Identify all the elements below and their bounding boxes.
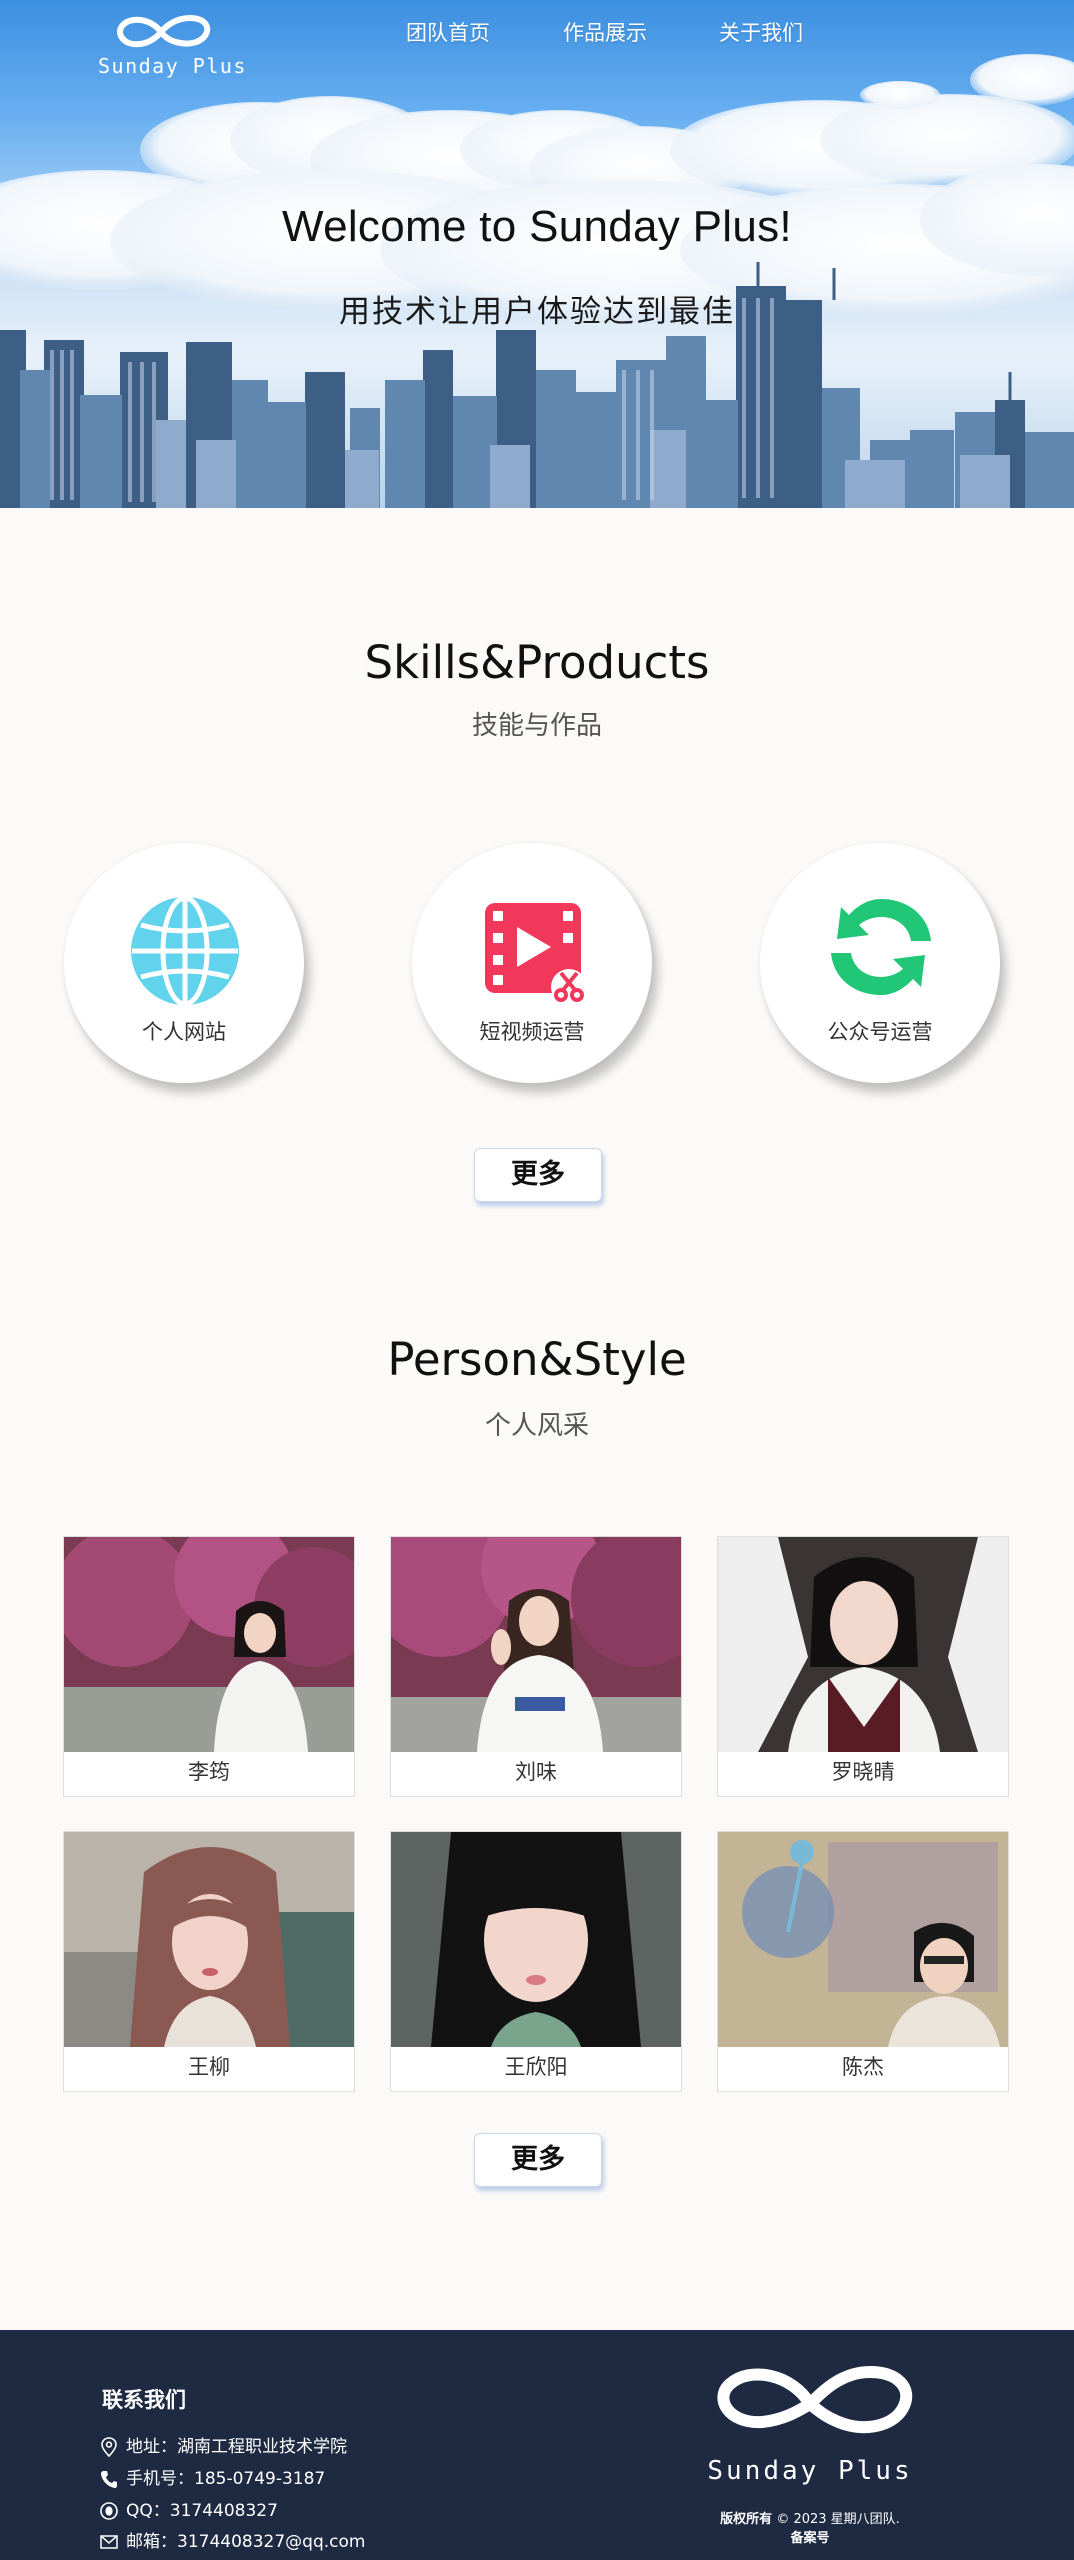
copyright-strong: 版权所有 bbox=[720, 2512, 773, 2527]
contact-address: 地址：湖南工程职业技术学院 bbox=[100, 2432, 347, 2457]
people-section-subtitle: 个人风采 bbox=[484, 1411, 589, 1441]
skill-card-official-account[interactable]: 公众号运营 bbox=[760, 843, 1000, 1083]
phone-icon bbox=[100, 2469, 120, 2489]
skill-card-personal-website[interactable]: 个人网站 bbox=[64, 843, 304, 1083]
person-card[interactable]: 李筠 bbox=[63, 1536, 355, 1797]
nav-item-works[interactable]: 作品展示 bbox=[563, 17, 647, 47]
nav-item-about[interactable]: 关于我们 bbox=[719, 17, 803, 47]
contact-phone-value: 185-0749-3187 bbox=[194, 2469, 326, 2489]
skills-more-button[interactable]: 更多 bbox=[474, 1148, 602, 1202]
contact-email-value[interactable]: 3174408327@qq.com bbox=[177, 2532, 365, 2552]
member-photo bbox=[718, 1537, 1008, 1752]
wechat-official-account-icon bbox=[831, 899, 931, 995]
skills-section-title: Skills&Products bbox=[364, 636, 710, 689]
qq-icon bbox=[100, 2501, 120, 2521]
contact-phone: 手机号：185-0749-3187 bbox=[100, 2464, 325, 2489]
skill-label: 短视频运营 bbox=[479, 1020, 585, 1044]
footer: 联系我们 地址：湖南工程职业技术学院 手机号：185-0749-3187 QQ：… bbox=[0, 2330, 1074, 2560]
member-name: 陈杰 bbox=[842, 2055, 884, 2079]
person-card[interactable]: 王欣阳 bbox=[390, 1831, 682, 2092]
skill-label: 公众号运营 bbox=[827, 1020, 933, 1044]
contact-email: 邮箱：3174408327@qq.com bbox=[100, 2527, 365, 2552]
mail-icon bbox=[100, 2535, 120, 2549]
member-name: 刘味 bbox=[515, 1760, 557, 1784]
footer-brand-logo[interactable]: Sunday Plus bbox=[700, 2358, 920, 2488]
hero-banner: Sunday Plus 团队首页 作品展示 关于我们 Welcome to Su… bbox=[0, 0, 1074, 508]
brand-logo-text: Sunday Plus bbox=[98, 54, 247, 78]
member-name: 罗晓晴 bbox=[831, 1760, 895, 1784]
hero-title: Welcome to Sunday Plus! bbox=[282, 202, 792, 251]
footer-logo-text: Sunday Plus bbox=[707, 2456, 913, 2486]
member-photo bbox=[718, 1832, 1008, 2047]
contact-address-value: 湖南工程职业技术学院 bbox=[177, 2437, 347, 2457]
person-card[interactable]: 罗晓晴 bbox=[717, 1536, 1009, 1797]
infinity-icon bbox=[717, 2365, 913, 2434]
member-photo bbox=[64, 1832, 354, 2047]
member-photo bbox=[64, 1537, 354, 1752]
contact-qq-value: 3174408327 bbox=[169, 2501, 278, 2521]
nav-item-home[interactable]: 团队首页 bbox=[406, 17, 490, 47]
contact-title: 联系我们 bbox=[102, 2388, 186, 2412]
contact-address-label: 地址： bbox=[126, 2437, 177, 2457]
people-section-title: Person&Style bbox=[387, 1333, 687, 1386]
contact-phone-label: 手机号： bbox=[126, 2469, 194, 2489]
copyright-text: © 2023 星期八团队. bbox=[772, 2512, 900, 2527]
member-name: 李筠 bbox=[188, 1760, 230, 1784]
person-card[interactable]: 刘味 bbox=[390, 1536, 682, 1797]
skill-card-short-video[interactable]: 短视频运营 bbox=[412, 843, 652, 1083]
main-nav: 团队首页 作品展示 关于我们 bbox=[0, 17, 1074, 47]
video-editing-icon bbox=[485, 903, 587, 1005]
member-photo bbox=[391, 1832, 681, 2047]
person-card[interactable]: 陈杰 bbox=[717, 1831, 1009, 2092]
contact-qq-label: QQ： bbox=[126, 2501, 170, 2521]
icp-record[interactable]: 备案号 bbox=[790, 2531, 829, 2546]
person-card[interactable]: 王柳 bbox=[63, 1831, 355, 2092]
member-name: 王柳 bbox=[188, 2055, 230, 2079]
globe-icon bbox=[131, 895, 239, 1007]
member-photo bbox=[391, 1537, 681, 1752]
contact-email-label: 邮箱： bbox=[126, 2532, 177, 2552]
member-name: 王欣阳 bbox=[504, 2055, 568, 2079]
people-more-button[interactable]: 更多 bbox=[474, 2133, 602, 2187]
contact-qq: QQ：3174408327 bbox=[100, 2496, 278, 2521]
copyright: 版权所有 © 2023 星期八团队. 备案号 bbox=[690, 2510, 930, 2548]
skill-label: 个人网站 bbox=[142, 1020, 226, 1044]
location-pin-icon bbox=[100, 2437, 120, 2457]
hero-subtitle: 用技术让用户体验达到最佳 bbox=[339, 294, 735, 330]
skills-section-subtitle: 技能与作品 bbox=[471, 711, 602, 741]
